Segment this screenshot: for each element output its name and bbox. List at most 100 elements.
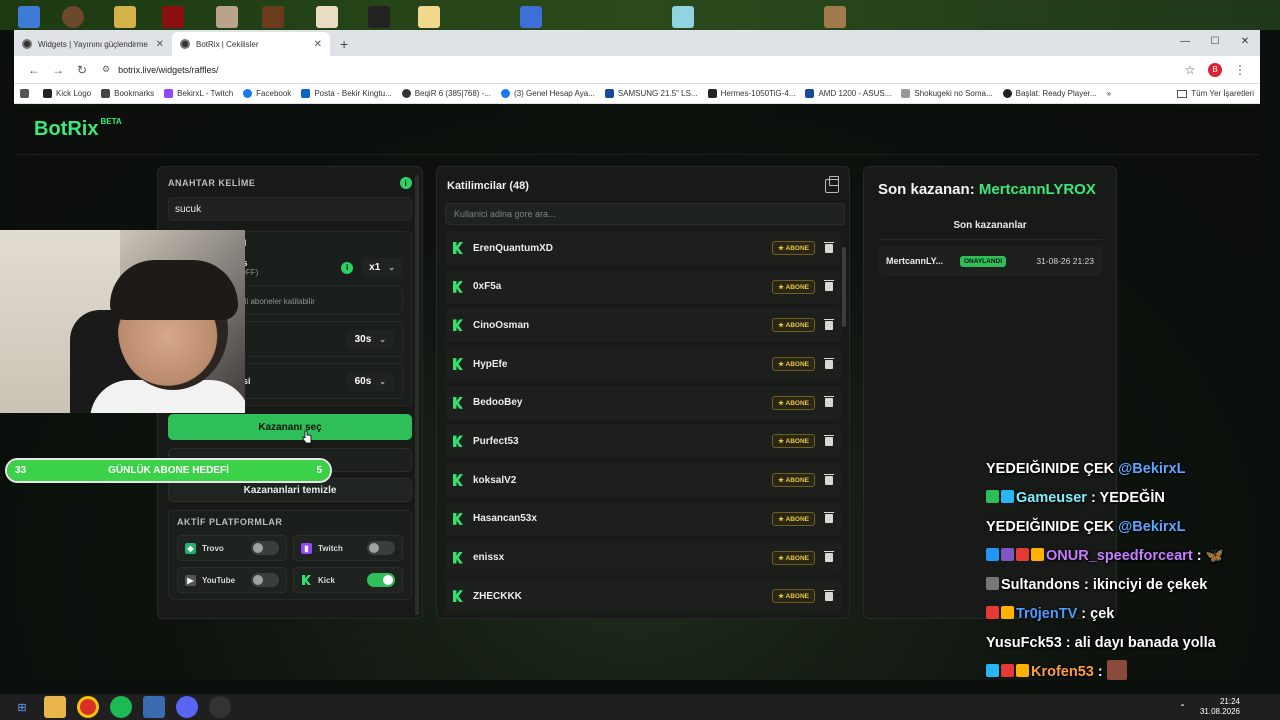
site-info-icon[interactable]: ⚙ (102, 64, 110, 75)
bookmark-item[interactable]: Bookmarks (101, 89, 154, 98)
desktop-icon[interactable] (262, 6, 284, 28)
trash-icon[interactable] (824, 241, 834, 253)
menu-icon[interactable]: ⋮ (1228, 63, 1252, 77)
profile-avatar[interactable]: B (1208, 62, 1222, 77)
bookmarks-bar: Kick Logo Bookmarks BekirxL - Twitch Fac… (14, 84, 1260, 104)
bookmark-item[interactable]: Facebook (243, 89, 291, 98)
trash-icon[interactable] (824, 434, 834, 446)
chat-badge-icon (1016, 548, 1029, 561)
desktop-icon[interactable] (114, 6, 136, 28)
back-icon[interactable]: ← (22, 63, 46, 77)
chrome-icon[interactable] (77, 696, 99, 718)
scrollbar[interactable] (415, 175, 419, 615)
trash-icon[interactable] (824, 473, 834, 485)
multiplier-select[interactable]: x1 ⌄ (361, 258, 403, 277)
participant-name: HypEfe (473, 358, 508, 370)
platform-youtube[interactable]: ▶ YouTube (177, 567, 287, 593)
reload-icon[interactable]: ↻ (70, 63, 94, 77)
subscriber-badge: ★ ABONE (772, 357, 815, 372)
obs-icon[interactable] (209, 696, 231, 718)
desktop-icon[interactable] (316, 6, 338, 28)
tab-botrix[interactable]: BotRix | Cekilisler ✕ (172, 32, 330, 56)
top-navbar: BotRix BETA (14, 105, 1260, 155)
maximize-icon[interactable]: ☐ (1200, 30, 1230, 52)
bookmark-item[interactable]: Başlat: Ready Player... (1002, 89, 1097, 98)
brand-logo[interactable]: BotRix (34, 118, 98, 141)
bookmark-item[interactable]: AMD 1200 - ASUS... (805, 89, 891, 98)
trash-icon[interactable] (824, 551, 834, 562)
spotify-icon[interactable] (110, 696, 132, 718)
file-explorer-icon[interactable] (44, 696, 66, 718)
desktop-icon[interactable] (672, 6, 694, 28)
copy-icon[interactable] (825, 176, 839, 193)
platform-trovo[interactable]: ◆ Trovo (177, 535, 287, 561)
info-icon[interactable]: i (400, 177, 412, 189)
trash-icon[interactable] (824, 280, 834, 292)
bookmark-item[interactable]: BekirxL - Twitch (164, 89, 233, 98)
participant-row: Purfect53 ★ ABONE (445, 424, 841, 459)
kick-icon (453, 396, 463, 409)
bookmark-item[interactable]: BeqiR 6 (385|768) -... (401, 89, 491, 98)
desktop-icon[interactable] (18, 6, 40, 28)
scrollbar[interactable] (842, 247, 846, 327)
participant-name: ZHECKKK (473, 590, 522, 602)
user-search-input[interactable] (445, 203, 845, 225)
url-field[interactable]: ⚙ botrix.live/widgets/raffles/ (94, 60, 1178, 80)
pick-winner-button[interactable]: Kazananı seç (168, 414, 412, 440)
webcam-overlay (0, 230, 245, 413)
bookmark-item[interactable]: SAMSUNG 21.5" LS... (604, 89, 698, 98)
kick-toggle[interactable] (367, 573, 395, 587)
chevron-up-icon[interactable]: ⌃ (1179, 703, 1186, 712)
desktop-icon[interactable] (62, 6, 84, 28)
keyword-input[interactable] (168, 197, 412, 221)
recent-winners-title: Son kazananlar (878, 220, 1102, 240)
app-icon[interactable] (143, 696, 165, 718)
info-icon[interactable]: i (341, 261, 354, 274)
trash-icon[interactable] (824, 318, 834, 330)
bookmark-item[interactable]: Posta - Bekir Kingtu... (301, 89, 392, 98)
minimize-icon[interactable]: — (1170, 30, 1200, 52)
taskbar: ⊞ ⌃ 21:24 31.08.2026 (0, 694, 1280, 720)
subscriber-badge: ★ ABONE (772, 279, 815, 294)
apps-icon[interactable] (20, 89, 33, 98)
all-bookmarks[interactable]: Tüm Yer İşaretleri (1177, 89, 1254, 98)
trash-icon[interactable] (824, 396, 834, 408)
platform-twitch[interactable]: ▮ Twitch (293, 535, 403, 561)
bookmark-item[interactable]: Kick Logo (43, 89, 91, 98)
participant-name: BedooBey (473, 397, 523, 409)
forward-icon[interactable]: → (46, 63, 70, 77)
new-tab-button[interactable]: + (330, 36, 358, 56)
trovo-toggle[interactable] (251, 541, 279, 555)
bookmark-item[interactable]: Hermes-1050TiG-4... (707, 89, 795, 98)
bookmark-star-icon[interactable]: ☆ (1178, 63, 1202, 77)
windows-start-icon[interactable]: ⊞ (11, 696, 33, 718)
timer-select[interactable]: 30s ⌄ (346, 329, 394, 349)
more-bookmarks-icon[interactable]: » (1107, 89, 1111, 98)
participant-name: ErenQuantumXD (473, 242, 554, 254)
youtube-toggle[interactable] (251, 573, 279, 587)
kick-icon (453, 512, 463, 525)
close-icon[interactable]: ✕ (156, 39, 164, 50)
bookmark-item[interactable]: (3) Genel Hesap Aya... (501, 89, 595, 98)
trash-icon[interactable] (824, 357, 834, 369)
desktop-icon[interactable] (216, 6, 238, 28)
clock[interactable]: 21:24 31.08.2026 (1200, 697, 1240, 717)
tab-widgets[interactable]: Widgets | Yayınını güçlendirme ✕ (14, 32, 172, 56)
timer2-select[interactable]: 60s ⌄ (346, 371, 394, 391)
desktop-icon[interactable] (824, 6, 846, 28)
desktop-icon[interactable] (418, 6, 440, 28)
twitch-toggle[interactable] (367, 541, 395, 555)
participant-name: enissx (473, 552, 505, 563)
trash-icon[interactable] (824, 589, 834, 601)
desktop-icon[interactable] (520, 6, 542, 28)
close-window-icon[interactable]: ✕ (1230, 30, 1260, 52)
close-icon[interactable]: ✕ (314, 39, 322, 50)
desktop-icon[interactable] (162, 6, 184, 28)
chat-username: ONUR_speedforceart (1046, 548, 1193, 564)
platform-kick[interactable]: Kick (293, 567, 403, 593)
discord-icon[interactable] (176, 696, 198, 718)
desktop-icon[interactable] (368, 6, 390, 28)
bookmark-item[interactable]: Shokugeki no Soma... (901, 89, 993, 98)
goal-target: 5 (316, 465, 322, 476)
trash-icon[interactable] (824, 512, 834, 524)
